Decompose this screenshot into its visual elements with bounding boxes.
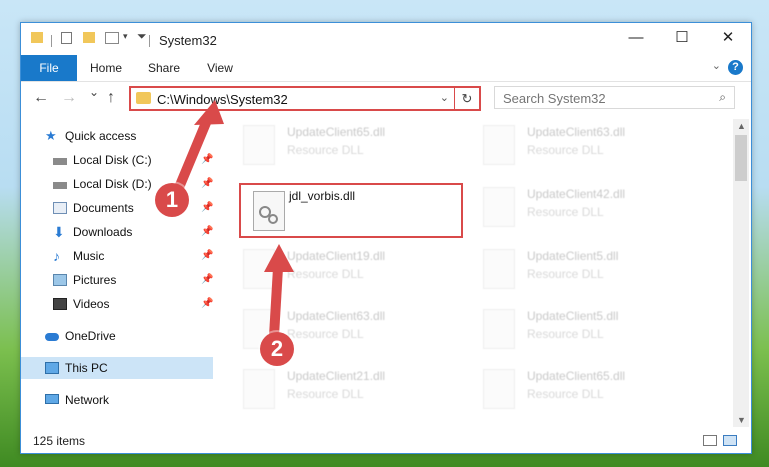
- annotation-arrows: [173, 100, 294, 341]
- step-1-badge: 1: [155, 183, 189, 217]
- step-2-badge: 2: [260, 332, 294, 366]
